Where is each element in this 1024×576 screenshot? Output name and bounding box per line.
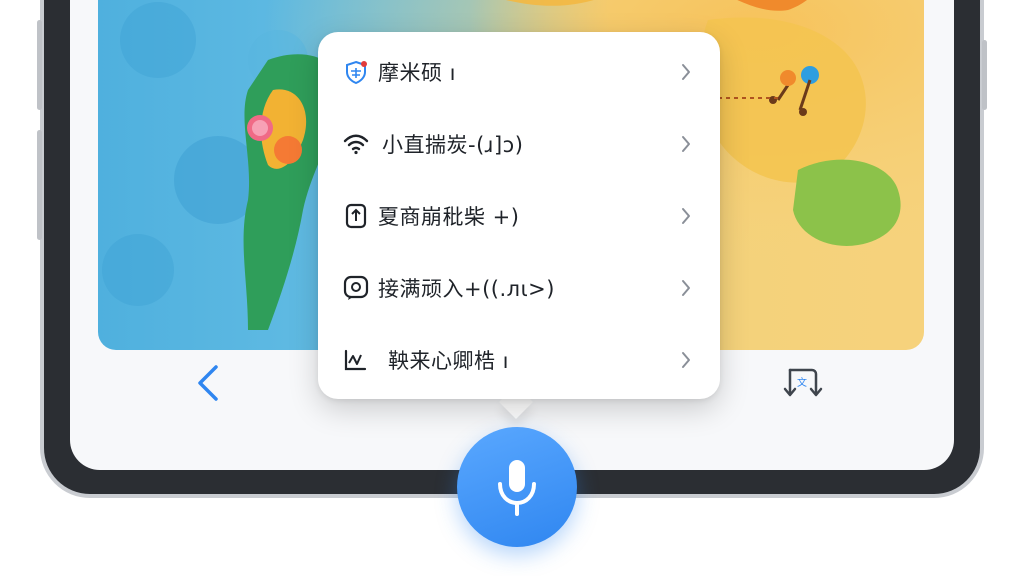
chevron-right-icon: [678, 205, 694, 227]
menu-item-1[interactable]: 摩米硕 ı: [318, 36, 720, 108]
phone-side-button: [37, 20, 42, 110]
menu-item-label: 夏商崩秕柴 +): [378, 205, 520, 229]
chevron-left-icon: [198, 365, 218, 401]
signal-chart-icon: [342, 346, 370, 374]
phone-upload-icon: [342, 202, 370, 230]
shield-translate-icon: [342, 58, 370, 86]
voice-action-menu: 摩米硕 ı 小直揣炭-(ɹ]ɔ) 夏商崩秕柴 +) 接满顽入+((.лι>) 鞅…: [318, 32, 720, 399]
menu-item-label: 接满顽入+((.лι>): [378, 277, 555, 301]
wifi-icon: [342, 130, 370, 158]
chevron-right-icon: [678, 277, 694, 299]
chevron-right-icon: [678, 349, 694, 371]
translate-button[interactable]: 文: [778, 360, 826, 408]
translate-swap-icon: 文: [783, 368, 823, 397]
menu-item-label: 鞅来心卿梏 ı: [388, 349, 510, 373]
menu-item-5[interactable]: 鞅来心卿梏 ı: [318, 324, 720, 396]
menu-item-4[interactable]: 接满顽入+((.лι>): [318, 252, 720, 324]
menu-item-3[interactable]: 夏商崩秕柴 +): [318, 180, 720, 252]
microphone-button[interactable]: [457, 427, 577, 547]
phone-side-button: [37, 130, 42, 240]
menu-item-label: 小直揣炭-(ɹ]ɔ): [382, 133, 524, 157]
chevron-right-icon: [678, 61, 694, 83]
menu-item-label: 摩米硕 ı: [378, 61, 457, 85]
chat-bubble-icon: [342, 274, 370, 302]
menu-item-2[interactable]: 小直揣炭-(ɹ]ɔ): [318, 108, 720, 180]
phone-side-button: [982, 40, 987, 110]
svg-text:文: 文: [797, 376, 807, 389]
back-button[interactable]: [188, 358, 228, 408]
microphone-icon: [498, 460, 536, 516]
chevron-right-icon: [678, 133, 694, 155]
